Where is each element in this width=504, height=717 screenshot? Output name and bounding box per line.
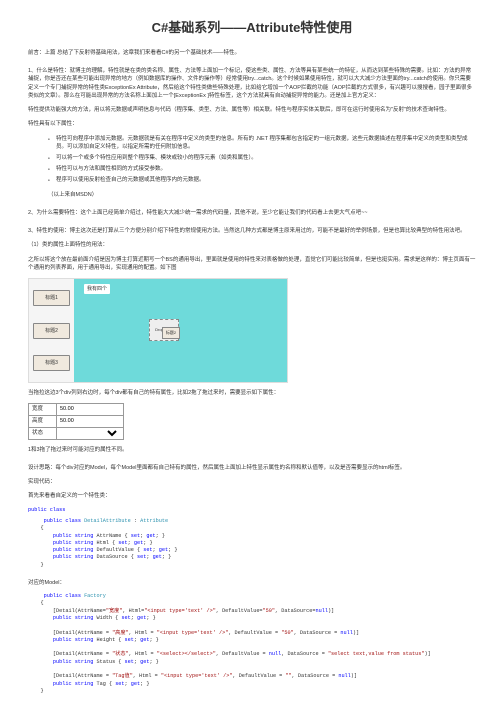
section-1c-paragraph: 特性具有以下属性： [28, 120, 476, 128]
section-9-paragraph: 对应的Model： [28, 579, 476, 587]
property-form-table: 宽度 高度 状态 [28, 403, 124, 439]
status-select[interactable] [60, 429, 120, 437]
dropped-tile[interactable]: 标题2 [162, 327, 180, 339]
page-title: C#基础系列——Attribute特性使用 [28, 18, 476, 39]
bullet-item: 特性可向程序中添加元数据。元数据就是有关在程序中定义的类型的信息。所有的 .NE… [48, 135, 476, 153]
section-1b-paragraph: 特性提供功能强大的方法，用以将元数据或声明信息与代码（程序集、类型、方法、属性等… [28, 106, 476, 114]
table-row: 状态 [29, 427, 124, 439]
table-row: 高度 [29, 416, 124, 428]
section-4-paragraph: 当拖拉这边3个div列到右边时，每个div都有自己的特有属性，比如2拖了拖过来时… [28, 389, 476, 397]
msdn-note: （以上来自MSDN） [48, 191, 476, 199]
code-block-attribute-class: public class [28, 507, 476, 514]
floating-label: 我有四个 [84, 284, 110, 294]
bullet-item: 可以将一个或多个特性应用到整个程序集、模块或较小的程序元素（如类和属性）。 [48, 154, 476, 163]
intro-paragraph: 前言：上篇 总结了下反射得基础用法，这章我们来看看C#的另一个基础技术——特性。 [28, 49, 476, 57]
tile-button-1[interactable]: 标题1 [33, 290, 70, 306]
width-input[interactable] [60, 406, 120, 412]
diagram-sidebar: 标题1 标题2 标题3 [29, 279, 74, 382]
code-block-1: public class DetailAttribute : Attribute… [28, 518, 476, 569]
tile-button-3[interactable]: 标题3 [33, 355, 70, 371]
bullet-item: 特性可以与方法和属性相同的方式接受参数。 [48, 165, 476, 174]
section-1-paragraph: 1、什么是特性：就博主的理解，特性就是在类的类名称、属性、方法等上面加一个标记，… [28, 67, 476, 100]
section-2-paragraph: 2、为什么需要特性：这个上面已经简单介绍过，特性能大大减少统一需求的代码量，其他… [28, 209, 476, 217]
section-5-paragraph: 1和3拖了拖过来时可能对应的属性不同。 [28, 446, 476, 454]
section-3-paragraph: 3、特性的使用：博主这次还是打算从三个方便分别介绍下特性的常规使用方法。当然这几… [28, 227, 476, 235]
section-3a-paragraph: （1）类的属性上面特性的用法： [28, 241, 476, 249]
form-label: 高度 [29, 416, 57, 428]
section-7-paragraph: 实现代码： [28, 478, 476, 486]
height-input[interactable] [60, 418, 120, 424]
section-6-paragraph: 设计思路：每个div对应的Model，每个Model里面都有自己特有的属性，然后… [28, 464, 476, 472]
code-block-2: public class Factory { [Detail(AttrName=… [28, 593, 476, 695]
tile-button-2[interactable]: 标题2 [33, 323, 70, 339]
table-row: 宽度 [29, 404, 124, 416]
section-8-paragraph: 首先来看看自定义的一个特性类： [28, 492, 476, 500]
form-label: 宽度 [29, 404, 57, 416]
bullet-item: 程序可以使用反射检查自己的元数据或其他程序内的元数据。 [48, 176, 476, 185]
drag-drop-diagram: 标题1 标题2 标题3 我有四个 Drop here 标题2 [28, 278, 288, 383]
form-label: 状态 [29, 427, 57, 439]
section-3b-paragraph: 之所以将这个放在最前面介绍是因为博主打算近期写一个BS的通用导出，里面就是使用的… [28, 256, 476, 273]
